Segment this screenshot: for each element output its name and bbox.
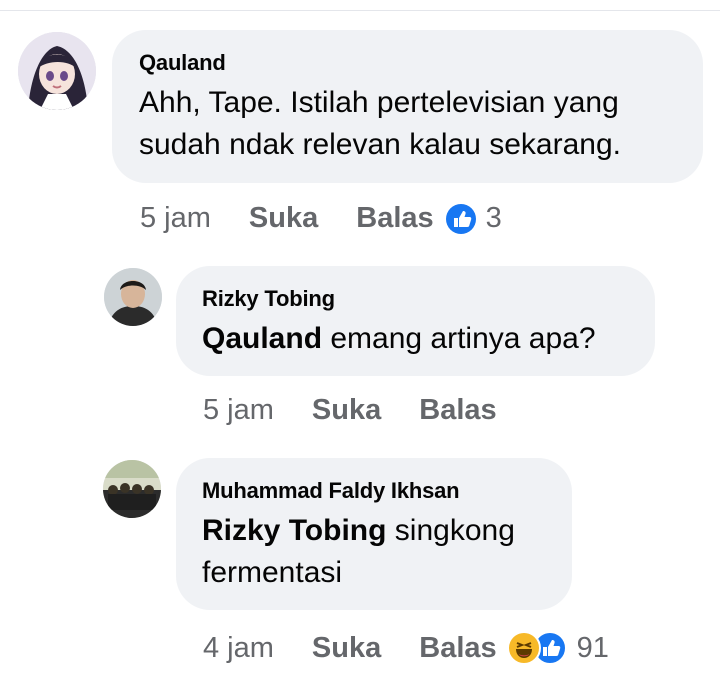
avatar[interactable] bbox=[103, 460, 161, 518]
comment-text-line: fermentasi bbox=[202, 556, 343, 589]
comment-author[interactable]: Muhammad Faldy Ikhsan bbox=[202, 478, 460, 504]
avatar[interactable] bbox=[18, 32, 96, 110]
comment-author[interactable]: Rizky Tobing bbox=[202, 286, 335, 312]
comment-text-line: sudah ndak relevan kalau sekarang. bbox=[139, 128, 621, 161]
comment-actions: 5 jam Suka Balas 3 bbox=[140, 202, 502, 235]
comment-actions: 5 jam Suka Balas bbox=[203, 394, 535, 427]
comment-text-body: emang artinya apa? bbox=[330, 322, 596, 355]
reaction-count[interactable]: 3 bbox=[486, 202, 502, 235]
comment-bubble: Qauland Ahh, Tape. Istilah pertelevisian… bbox=[112, 30, 703, 183]
haha-icon bbox=[506, 631, 541, 665]
comment-bubble: Muhammad Faldy Ikhsan Rizky Tobing singk… bbox=[176, 458, 572, 610]
reaction-count: 91 bbox=[576, 631, 609, 664]
comment-bubble: Rizky Tobing Qauland emang artinya apa? bbox=[176, 266, 655, 376]
comment-timestamp[interactable]: 5 jam bbox=[140, 202, 211, 235]
reply-button[interactable]: Balas bbox=[356, 202, 433, 235]
avatar[interactable] bbox=[104, 268, 162, 326]
like-button[interactable]: Suka bbox=[312, 394, 381, 427]
comment-author[interactable]: Qauland bbox=[139, 50, 226, 76]
comment-timestamp[interactable]: 4 jam bbox=[203, 632, 274, 665]
comment-text-body: singkong bbox=[394, 514, 515, 547]
reply-button[interactable]: Balas bbox=[419, 632, 496, 665]
like-icon[interactable] bbox=[445, 203, 476, 234]
divider bbox=[0, 10, 720, 11]
comment-actions: 4 jam Suka Balas 91 bbox=[203, 631, 609, 665]
comment-text: Qauland emang artinya apa? bbox=[202, 318, 596, 360]
comment-text-line: Ahh, Tape. Istilah pertelevisian yang bbox=[139, 86, 619, 119]
reaction-summary[interactable]: 91 bbox=[506, 631, 609, 665]
comment-text: Ahh, Tape. Istilah pertelevisian yang su… bbox=[139, 82, 621, 166]
like-button[interactable]: Suka bbox=[249, 202, 318, 235]
mention-link[interactable]: Rizky Tobing bbox=[202, 514, 386, 547]
reply-button[interactable]: Balas bbox=[419, 394, 496, 427]
comment-timestamp[interactable]: 5 jam bbox=[203, 394, 274, 427]
like-button[interactable]: Suka bbox=[312, 632, 381, 665]
mention-link[interactable]: Qauland bbox=[202, 322, 322, 355]
comment-text: Rizky Tobing singkong fermentasi bbox=[202, 510, 515, 594]
